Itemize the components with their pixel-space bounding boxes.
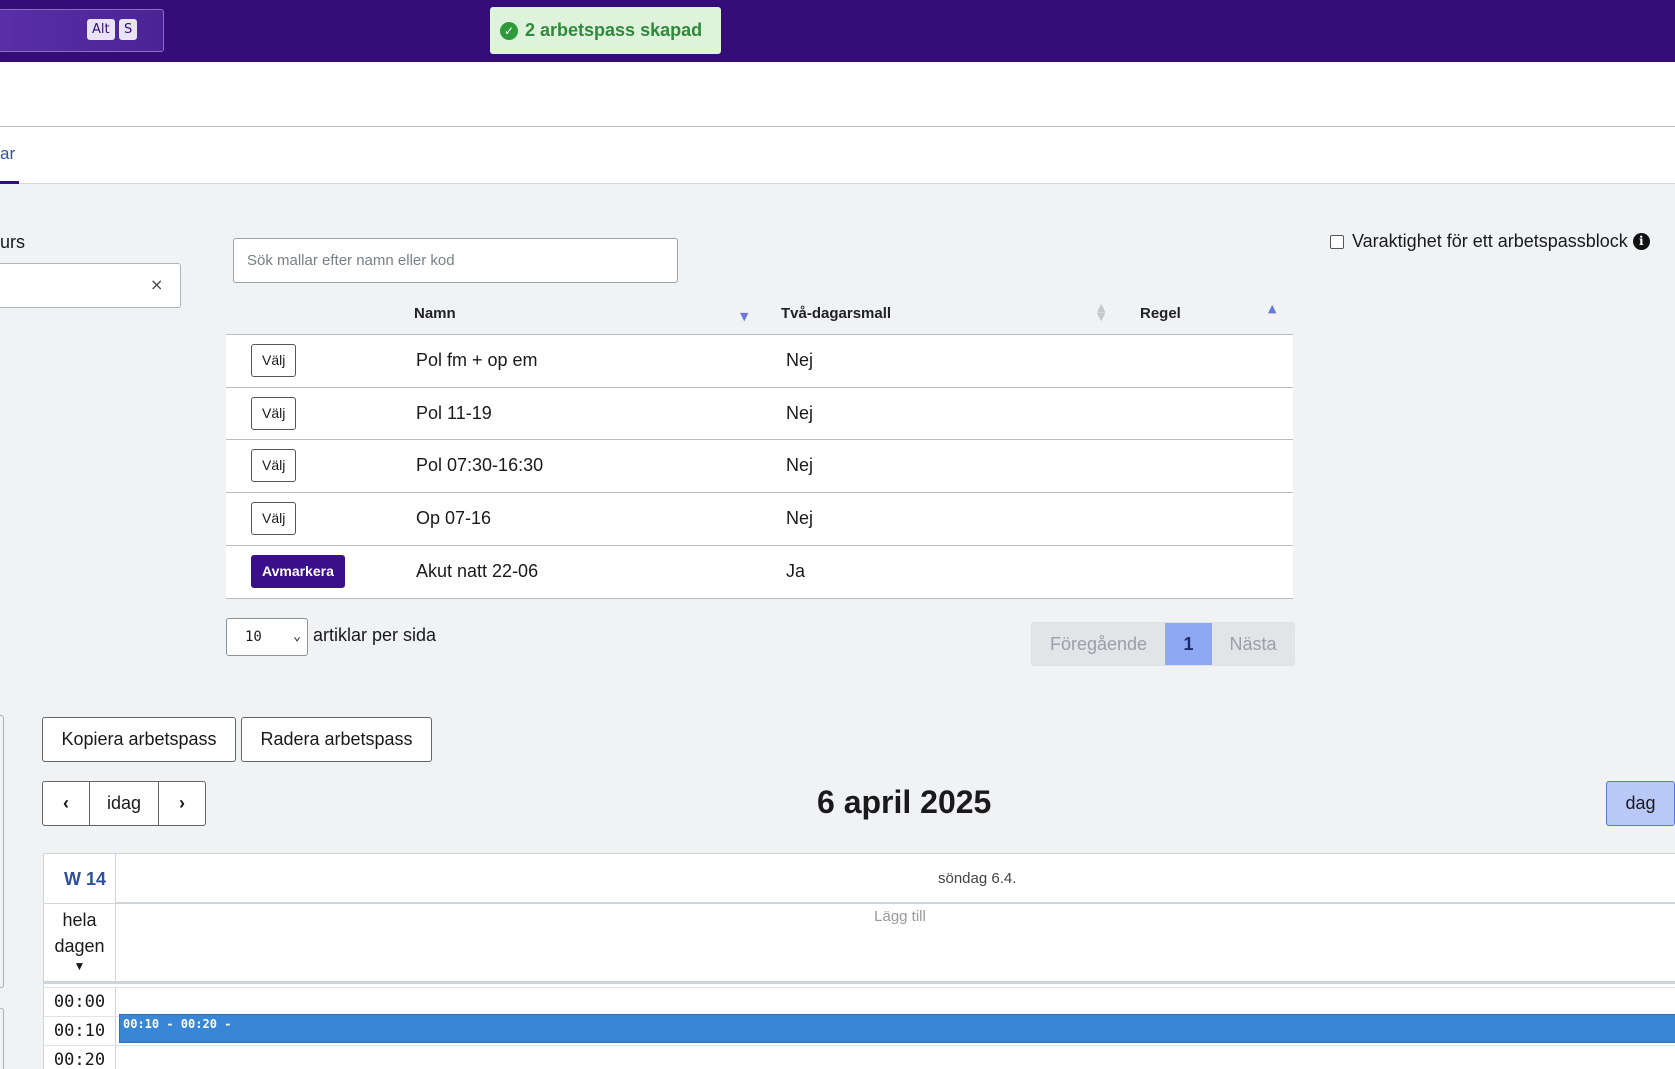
per-page-select[interactable]: 10 ⌄ [226,618,308,656]
table-row: Välj Pol 11-19 Nej [226,388,1293,440]
page-header [0,62,1675,127]
table-divider [226,598,1293,599]
day-header-label[interactable]: söndag 6.4. [938,870,1016,887]
select-template-button[interactable]: Välj [251,449,297,482]
duration-block-checkbox[interactable] [1330,234,1344,249]
template-two-day: Nej [786,455,814,475]
tab-active-indicator [0,181,19,184]
time-slot-label: 00:00 [44,987,116,1016]
template-two-day: Ja [786,561,806,581]
calendar-nav: ‹ idag › [42,781,206,826]
table-row: Välj Pol fm + op em Nej [226,335,1293,387]
sort-neutral-icon[interactable]: ▲ ▼ [1097,302,1105,322]
table-row: Välj Pol 07:30-16:30 Nej [226,440,1293,492]
column-header-rule[interactable]: Regel [1140,305,1181,322]
all-day-label-line1: hela [62,910,97,930]
table-row: Välj Op 07-16 Nej [226,493,1293,545]
side-panel-edge [0,1008,4,1069]
week-number[interactable]: W 14 [64,869,106,890]
top-bar: Alt S ✓ 2 arbetspass skapad [0,0,1675,62]
template-name: Akut natt 22-06 [416,561,539,581]
template-search-input[interactable]: Sök mallar efter namn eller kod [233,238,678,283]
per-page-value: 10 [245,629,262,645]
copy-shifts-button[interactable]: Kopiera arbetspass [42,717,236,762]
template-two-day: Nej [786,350,814,370]
time-slot[interactable] [116,1045,1675,1069]
calendar-grid: W 14 söndag 6.4. hela dagen ▼ Lägg till … [43,853,1675,1069]
sort-asc-icon[interactable]: ▲ [1268,302,1276,315]
chevron-right-icon[interactable]: › [159,782,205,825]
template-two-day: Nej [786,403,814,423]
select-template-button[interactable]: Välj [251,397,297,430]
template-name: Pol 07:30-16:30 [416,455,544,475]
calendar-title: 6 april 2025 [817,784,992,820]
week-cell: W 14 [44,854,116,904]
time-slot-label: 00:20 [44,1045,116,1069]
success-toast: ✓ 2 arbetspass skapad [490,7,721,54]
select-template-button[interactable]: Välj [251,502,297,535]
side-panel-edge [0,715,4,988]
shortcut-key-alt: Alt [87,19,115,40]
clear-icon[interactable]: × [150,275,163,294]
caret-down-icon[interactable]: ▼ [44,959,115,973]
day-header: söndag 6.4. [116,854,1675,904]
view-day-button[interactable]: dag [1606,781,1675,826]
shift-event[interactable]: 00:10 - 00:20 - [119,1014,1675,1043]
tab-active[interactable]: ar [0,144,15,164]
toast-message: 2 arbetspass skapad [525,20,703,40]
sort-desc-icon[interactable]: ▼ [740,310,748,323]
today-button[interactable]: idag [89,782,159,825]
add-all-day-label[interactable]: Lägg till [116,908,1675,925]
deselect-template-button[interactable]: Avmarkera [251,555,345,588]
pagination: Föregående 1 Nästa [1031,622,1295,666]
check-circle-icon: ✓ [500,21,518,40]
template-two-day: Nej [786,508,814,528]
time-slot[interactable] [116,987,1675,1016]
global-search-box[interactable]: Alt S [0,9,164,52]
all-day-label-cell: hela dagen ▼ [44,904,116,984]
time-slot-label: 00:10 [44,1016,116,1045]
table-row: Avmarkera Akut natt 22-06 Ja [226,546,1293,598]
template-name: Op 07-16 [416,508,492,528]
pagination-page-1[interactable]: 1 [1165,623,1212,665]
template-name: Pol fm + op em [416,350,538,370]
pagination-prev-button[interactable]: Föregående [1032,623,1165,665]
all-day-slot[interactable]: Lägg till [116,904,1675,984]
shortcut-key-s: S [119,19,138,40]
chevron-left-icon[interactable]: ‹ [43,782,89,825]
pagination-next-button[interactable]: Nästa [1212,623,1294,665]
resource-label: urs [0,232,26,252]
column-header-name[interactable]: Namn [414,305,456,322]
column-header-two-day[interactable]: Två-dagarsmall [781,305,891,322]
select-template-button[interactable]: Välj [251,344,297,377]
chevron-down-icon: ⌄ [293,629,301,644]
info-icon[interactable]: i [1632,233,1650,250]
tab-bar: ar [0,127,1675,184]
per-page-label: artiklar per sida [313,625,437,645]
duration-block-label: Varaktighet för ett arbetspassblock [1352,231,1628,251]
delete-shifts-button[interactable]: Radera arbetspass [241,717,432,762]
duration-block-option: Varaktighet för ett arbetspassblock i [1330,231,1650,252]
all-day-label-line2: dagen [54,936,105,956]
template-name: Pol 11-19 [416,403,492,423]
